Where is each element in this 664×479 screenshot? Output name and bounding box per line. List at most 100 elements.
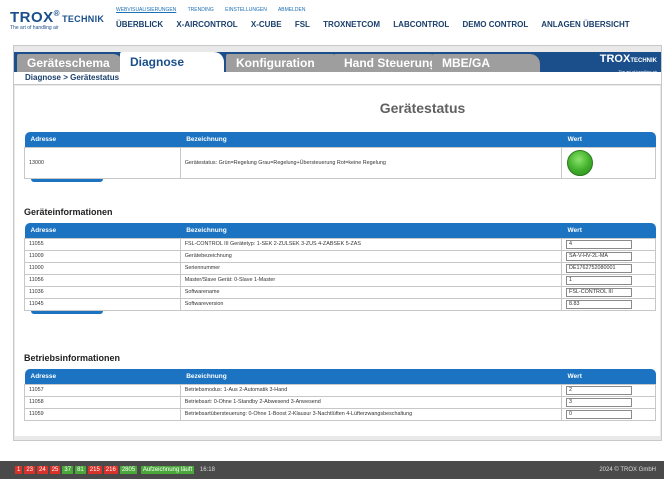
nav-x-cube[interactable]: X-CUBE	[251, 20, 282, 29]
geraeteinfo-section: Geräteinformationen Adresse Bezeichnung …	[24, 207, 656, 314]
table-row: 11057 Betriebsmodus: 1-Aus 2-Automatik 3…	[24, 383, 656, 397]
sub-links: WEBVISUALISIERUNGEN TRENDING EINSTELLUNG…	[116, 7, 315, 13]
value-field[interactable]	[566, 263, 633, 273]
value-field[interactable]	[566, 239, 633, 249]
row-description: Softwarename	[179, 285, 563, 299]
nav-labcontrol[interactable]: LABCONTROL	[393, 20, 449, 29]
col-header-bezeichnung: Bezeichnung	[180, 223, 562, 238]
nav-demo-control[interactable]: DEMO CONTROL	[463, 20, 529, 29]
col-header-adresse: Adresse	[24, 132, 181, 147]
row-address: 11045	[24, 297, 181, 311]
row-address: 11055	[24, 237, 181, 251]
row-description: Seriennummer	[179, 261, 563, 275]
table-row: 13000 Gerätestatus: Grün=Regelung Grau=R…	[24, 146, 656, 179]
tab-hand-steuerung[interactable]: Hand Steuerung	[334, 54, 440, 72]
row-description: Master/Slave Gerät: 0-Slave 1-Master	[179, 273, 563, 287]
betriebsinfo-heading: Betriebsinformationen	[24, 353, 121, 363]
nav-fsl[interactable]: FSL	[295, 20, 310, 29]
alarm-badge[interactable]: 23	[24, 466, 36, 474]
alarm-badge[interactable]: 1	[15, 466, 23, 474]
row-description: Gerätebezeichnung	[179, 249, 563, 263]
alarm-badge[interactable]: 216	[103, 466, 118, 474]
section-divider	[31, 178, 103, 182]
row-value	[561, 146, 656, 179]
row-description: FSL-CONTROL III Gerätetyp: 1-SEK 2-ZULSE…	[179, 237, 563, 251]
tab-bar-logo: TROXTECHNIK The art of handling air	[587, 53, 657, 75]
alarm-badge[interactable]: 215	[87, 466, 102, 474]
table-row: 11000 Seriennummer	[24, 261, 656, 275]
col-header-adresse: Adresse	[24, 223, 181, 238]
trox-logo[interactable]: TROX®TECHNIK The art of handling air	[10, 9, 104, 31]
link-abmelden[interactable]: ABMELDEN	[278, 7, 306, 13]
table-row: 11056 Master/Slave Gerät: 0-Slave 1-Mast…	[24, 273, 656, 287]
row-address: 13000	[24, 146, 181, 179]
row-description: Gerätestatus: Grün=Regelung Grau=Regelun…	[179, 146, 563, 179]
app-panel: Geräteschema Diagnose Konfiguration Hand…	[13, 45, 662, 441]
row-address: 11000	[24, 261, 181, 275]
value-field[interactable]	[566, 409, 633, 419]
nav-ueberblick[interactable]: ÜBERBLICK	[116, 20, 163, 29]
logo-brand: TROX	[10, 9, 54, 26]
alarm-badge[interactable]: 2805	[119, 466, 138, 474]
tab-konfiguration[interactable]: Konfiguration	[226, 54, 342, 72]
clock: 16:18	[199, 467, 215, 473]
logo-suffix: TECHNIK	[62, 14, 105, 24]
value-field[interactable]	[566, 299, 633, 309]
status-section: Adresse Bezeichnung Wert 13000 Gerätesta…	[24, 132, 656, 182]
status-led-icon	[567, 149, 594, 176]
nav-troxnetcom[interactable]: TROXNETCOM	[323, 20, 380, 29]
page-title: Gerätestatus	[379, 100, 466, 116]
alarm-badges: 1 23 24 25 37 81 215 216 2805 Aufzeichnung läuft…	[15, 466, 215, 474]
table-row: 11055 FSL-CONTROL III Gerätetyp: 1-SEK 2…	[24, 237, 656, 251]
betriebsinfo-section: Betriebsinformationen Adresse Bezeichnun…	[24, 353, 656, 421]
nav-x-aircontrol[interactable]: X-AIRCONTROL	[176, 20, 237, 29]
main-nav: ÜBERBLICK X-AIRCONTROL X-CUBE FSL TROXNE…	[116, 20, 641, 29]
row-address: 11036	[24, 285, 181, 299]
row-address: 11057	[24, 383, 181, 397]
value-field[interactable]	[566, 385, 633, 395]
section-divider	[31, 310, 103, 314]
row-address: 11056	[24, 273, 181, 287]
link-einstellungen[interactable]: EINSTELLUNGEN	[225, 7, 267, 13]
top-bar: TROX®TECHNIK The art of handling air WEB…	[0, 0, 664, 42]
table-row: 11036 Softwarename	[24, 285, 656, 299]
table-row: 11059 Betriebsartübersteuerung: 0-Ohne 1…	[24, 407, 656, 421]
col-header-wert: Wert	[561, 132, 656, 147]
tab-logo-brand: TROX	[599, 53, 631, 65]
col-header-bezeichnung: Bezeichnung	[180, 369, 562, 384]
col-header-wert: Wert	[561, 369, 656, 384]
row-address: 11058	[24, 395, 181, 409]
row-description: Betriebsmodus: 1-Aus 2-Automatik 3-Hand	[179, 383, 563, 397]
breadcrumb: Diagnose > Gerätestatus	[14, 72, 661, 85]
table-row: 11058 Betriebsart: 0-Ohne 1-Standby 2-Ab…	[24, 395, 656, 409]
value-field[interactable]	[566, 287, 633, 297]
tab-geraeteschema[interactable]: Geräteschema	[17, 54, 123, 72]
link-webvisualisierungen[interactable]: WEBVISUALISIERUNGEN	[116, 7, 176, 13]
value-field[interactable]	[566, 397, 633, 407]
row-description: Betriebsart: 0-Ohne 1-Standby 2-Abwesend…	[179, 395, 563, 409]
geraeteinfo-table: Adresse Bezeichnung Wert 11055 FSL-CONTR…	[24, 223, 656, 311]
tab-diagnose[interactable]: Diagnose	[120, 52, 224, 72]
col-header-adresse: Adresse	[24, 369, 181, 384]
alarm-badge[interactable]: 25	[49, 466, 61, 474]
geraeteinfo-heading: Geräteinformationen	[24, 207, 113, 217]
tab-logo-suffix: TECHNIK	[630, 58, 657, 64]
tab-bar: Geräteschema Diagnose Konfiguration Hand…	[14, 52, 661, 75]
copyright: 2024 © TROX GmbH	[599, 467, 656, 473]
value-field[interactable]	[566, 275, 633, 285]
alarm-badge[interactable]: 81	[75, 466, 86, 474]
main-content: Gerätestatus Adresse Bezeichnung Wert 13…	[15, 86, 660, 436]
tab-mbe-ga[interactable]: MBE/GA	[432, 54, 540, 72]
value-field[interactable]	[566, 251, 633, 261]
link-trending[interactable]: TRENDING	[188, 7, 214, 13]
table-row: 11045 Softwareversion	[24, 297, 656, 311]
row-address: 11059	[24, 407, 181, 421]
table-row: 11009 Gerätebezeichnung	[24, 249, 656, 263]
col-header-bezeichnung: Bezeichnung	[180, 132, 562, 147]
status-table: Adresse Bezeichnung Wert 13000 Gerätesta…	[24, 132, 656, 179]
alarm-badge[interactable]: 37	[62, 466, 74, 474]
row-address: 11009	[24, 249, 181, 263]
alarm-badge[interactable]: 24	[37, 466, 48, 474]
recording-status: Aufzeichnung läuft	[140, 466, 195, 474]
nav-anlagen-uebersicht[interactable]: ANLAGEN ÜBERSICHT	[541, 20, 629, 29]
